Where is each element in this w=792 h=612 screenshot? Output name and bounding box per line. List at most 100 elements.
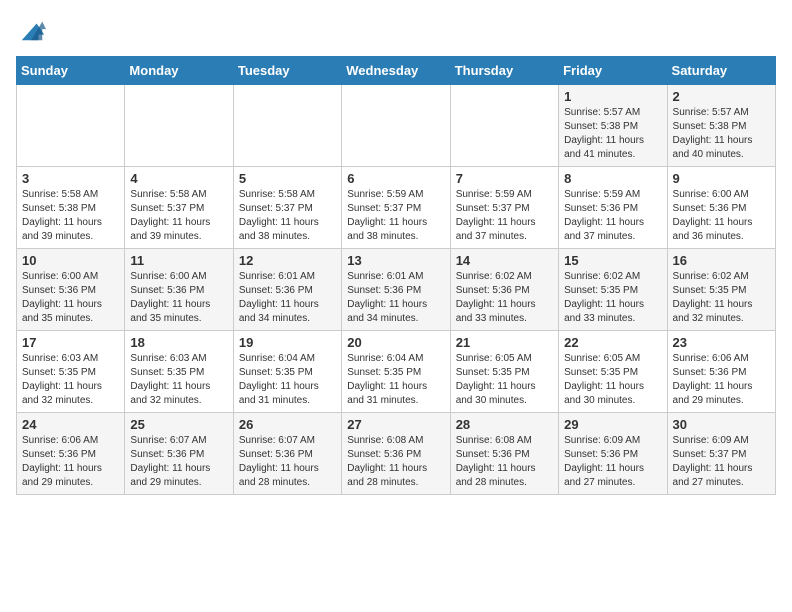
page-header — [16, 16, 776, 44]
calendar-week-row: 1 Sunrise: 5:57 AM Sunset: 5:38 PM Daylig… — [17, 85, 776, 167]
day-number: 13 — [347, 253, 444, 268]
calendar-cell: 9 Sunrise: 6:00 AM Sunset: 5:36 PM Daylig… — [667, 167, 775, 249]
day-number: 7 — [456, 171, 553, 186]
calendar-cell: 28 Sunrise: 6:08 AM Sunset: 5:36 PM Dayli… — [450, 413, 558, 495]
day-info: Sunrise: 6:00 AM Sunset: 5:36 PM Dayligh… — [22, 270, 119, 326]
day-info: Sunrise: 6:00 AM Sunset: 5:36 PM Dayligh… — [673, 188, 770, 244]
column-header-sunday: Sunday — [17, 57, 125, 85]
day-info: Sunrise: 5:59 AM Sunset: 5:36 PM Dayligh… — [564, 188, 661, 244]
day-number: 3 — [22, 171, 119, 186]
calendar-cell: 18 Sunrise: 6:03 AM Sunset: 5:35 PM Dayli… — [125, 331, 233, 413]
calendar-cell: 7Sunrise: 5:59 AM Sunset: 5:37 PM Daylig… — [450, 167, 558, 249]
calendar-cell: 12 Sunrise: 6:01 AM Sunset: 5:36 PM Dayli… — [233, 249, 341, 331]
column-header-friday: Friday — [559, 57, 667, 85]
day-number: 22 — [564, 335, 661, 350]
day-number: 12 — [239, 253, 336, 268]
day-info: Sunrise: 5:59 AM Sunset: 5:37 PM Dayligh… — [347, 188, 444, 244]
calendar-cell: 8 Sunrise: 5:59 AM Sunset: 5:36 PM Daylig… — [559, 167, 667, 249]
calendar-week-row: 17Sunrise: 6:03 AM Sunset: 5:35 PM Dayli… — [17, 331, 776, 413]
calendar-cell: 14 Sunrise: 6:02 AM Sunset: 5:36 PM Dayli… — [450, 249, 558, 331]
day-info: Sunrise: 5:57 AM Sunset: 5:38 PM Dayligh… — [564, 106, 661, 162]
day-number: 21 — [456, 335, 553, 350]
calendar-cell: 30 Sunrise: 6:09 AM Sunset: 5:37 PM Dayli… — [667, 413, 775, 495]
day-info: Sunrise: 6:06 AM Sunset: 5:36 PM Dayligh… — [22, 434, 119, 490]
calendar-cell: 23Sunrise: 6:06 AM Sunset: 5:36 PM Dayli… — [667, 331, 775, 413]
calendar-cell — [17, 85, 125, 167]
day-number: 19 — [239, 335, 336, 350]
day-info: Sunrise: 6:09 AM Sunset: 5:37 PM Dayligh… — [673, 434, 770, 490]
calendar-cell: 3 Sunrise: 5:58 AM Sunset: 5:38 PM Daylig… — [17, 167, 125, 249]
day-number: 24 — [22, 417, 119, 432]
calendar-cell — [342, 85, 450, 167]
calendar-cell: 16Sunrise: 6:02 AM Sunset: 5:35 PM Dayli… — [667, 249, 775, 331]
calendar-cell: 20 Sunrise: 6:04 AM Sunset: 5:35 PM Dayli… — [342, 331, 450, 413]
calendar-cell: 17Sunrise: 6:03 AM Sunset: 5:35 PM Dayli… — [17, 331, 125, 413]
day-number: 10 — [22, 253, 119, 268]
day-number: 27 — [347, 417, 444, 432]
day-info: Sunrise: 6:09 AM Sunset: 5:36 PM Dayligh… — [564, 434, 661, 490]
day-info: Sunrise: 6:06 AM Sunset: 5:36 PM Dayligh… — [673, 352, 770, 408]
calendar-cell — [450, 85, 558, 167]
day-number: 28 — [456, 417, 553, 432]
calendar-cell: 24 Sunrise: 6:06 AM Sunset: 5:36 PM Dayli… — [17, 413, 125, 495]
day-info: Sunrise: 6:01 AM Sunset: 5:36 PM Dayligh… — [239, 270, 336, 326]
calendar-cell: 13 Sunrise: 6:01 AM Sunset: 5:36 PM Dayli… — [342, 249, 450, 331]
day-info: Sunrise: 6:04 AM Sunset: 5:35 PM Dayligh… — [347, 352, 444, 408]
day-info: Sunrise: 5:58 AM Sunset: 5:37 PM Dayligh… — [239, 188, 336, 244]
calendar-cell — [125, 85, 233, 167]
calendar-cell: 11 Sunrise: 6:00 AM Sunset: 5:36 PM Dayli… — [125, 249, 233, 331]
calendar-cell: 25 Sunrise: 6:07 AM Sunset: 5:36 PM Dayli… — [125, 413, 233, 495]
day-number: 15 — [564, 253, 661, 268]
day-number: 2 — [673, 89, 770, 104]
calendar-cell: 4Sunrise: 5:58 AM Sunset: 5:37 PM Daylig… — [125, 167, 233, 249]
calendar-cell: 5Sunrise: 5:58 AM Sunset: 5:37 PM Daylig… — [233, 167, 341, 249]
day-info: Sunrise: 5:58 AM Sunset: 5:37 PM Dayligh… — [130, 188, 227, 244]
column-header-thursday: Thursday — [450, 57, 558, 85]
calendar-table: SundayMondayTuesdayWednesdayThursdayFrid… — [16, 56, 776, 495]
day-number: 18 — [130, 335, 227, 350]
day-info: Sunrise: 6:03 AM Sunset: 5:35 PM Dayligh… — [130, 352, 227, 408]
logo-icon — [18, 16, 46, 44]
calendar-cell — [233, 85, 341, 167]
day-number: 6 — [347, 171, 444, 186]
calendar-cell: 22 Sunrise: 6:05 AM Sunset: 5:35 PM Dayli… — [559, 331, 667, 413]
logo — [16, 16, 46, 44]
calendar-cell: 29 Sunrise: 6:09 AM Sunset: 5:36 PM Dayli… — [559, 413, 667, 495]
column-header-monday: Monday — [125, 57, 233, 85]
day-number: 11 — [130, 253, 227, 268]
calendar-cell: 19 Sunrise: 6:04 AM Sunset: 5:35 PM Dayli… — [233, 331, 341, 413]
day-info: Sunrise: 6:07 AM Sunset: 5:36 PM Dayligh… — [130, 434, 227, 490]
day-number: 25 — [130, 417, 227, 432]
day-number: 30 — [673, 417, 770, 432]
calendar-cell: 1 Sunrise: 5:57 AM Sunset: 5:38 PM Daylig… — [559, 85, 667, 167]
calendar-cell: 21 Sunrise: 6:05 AM Sunset: 5:35 PM Dayli… — [450, 331, 558, 413]
day-info: Sunrise: 6:07 AM Sunset: 5:36 PM Dayligh… — [239, 434, 336, 490]
day-info: Sunrise: 6:08 AM Sunset: 5:36 PM Dayligh… — [456, 434, 553, 490]
day-info: Sunrise: 6:02 AM Sunset: 5:36 PM Dayligh… — [456, 270, 553, 326]
day-info: Sunrise: 6:05 AM Sunset: 5:35 PM Dayligh… — [456, 352, 553, 408]
day-info: Sunrise: 6:00 AM Sunset: 5:36 PM Dayligh… — [130, 270, 227, 326]
day-number: 1 — [564, 89, 661, 104]
calendar-week-row: 24 Sunrise: 6:06 AM Sunset: 5:36 PM Dayli… — [17, 413, 776, 495]
calendar-week-row: 10 Sunrise: 6:00 AM Sunset: 5:36 PM Dayli… — [17, 249, 776, 331]
day-number: 14 — [456, 253, 553, 268]
day-info: Sunrise: 6:08 AM Sunset: 5:36 PM Dayligh… — [347, 434, 444, 490]
day-number: 9 — [673, 171, 770, 186]
day-info: Sunrise: 6:01 AM Sunset: 5:36 PM Dayligh… — [347, 270, 444, 326]
day-info: Sunrise: 6:05 AM Sunset: 5:35 PM Dayligh… — [564, 352, 661, 408]
calendar-cell: 27 Sunrise: 6:08 AM Sunset: 5:36 PM Dayli… — [342, 413, 450, 495]
calendar-header-row: SundayMondayTuesdayWednesdayThursdayFrid… — [17, 57, 776, 85]
calendar-cell: 26 Sunrise: 6:07 AM Sunset: 5:36 PM Dayli… — [233, 413, 341, 495]
day-info: Sunrise: 6:03 AM Sunset: 5:35 PM Dayligh… — [22, 352, 119, 408]
day-number: 29 — [564, 417, 661, 432]
column-header-saturday: Saturday — [667, 57, 775, 85]
day-info: Sunrise: 5:58 AM Sunset: 5:38 PM Dayligh… — [22, 188, 119, 244]
calendar-cell: 6 Sunrise: 5:59 AM Sunset: 5:37 PM Daylig… — [342, 167, 450, 249]
day-number: 20 — [347, 335, 444, 350]
day-number: 26 — [239, 417, 336, 432]
day-info: Sunrise: 5:57 AM Sunset: 5:38 PM Dayligh… — [673, 106, 770, 162]
day-info: Sunrise: 6:02 AM Sunset: 5:35 PM Dayligh… — [564, 270, 661, 326]
day-info: Sunrise: 6:04 AM Sunset: 5:35 PM Dayligh… — [239, 352, 336, 408]
day-info: Sunrise: 6:02 AM Sunset: 5:35 PM Dayligh… — [673, 270, 770, 326]
day-number: 8 — [564, 171, 661, 186]
